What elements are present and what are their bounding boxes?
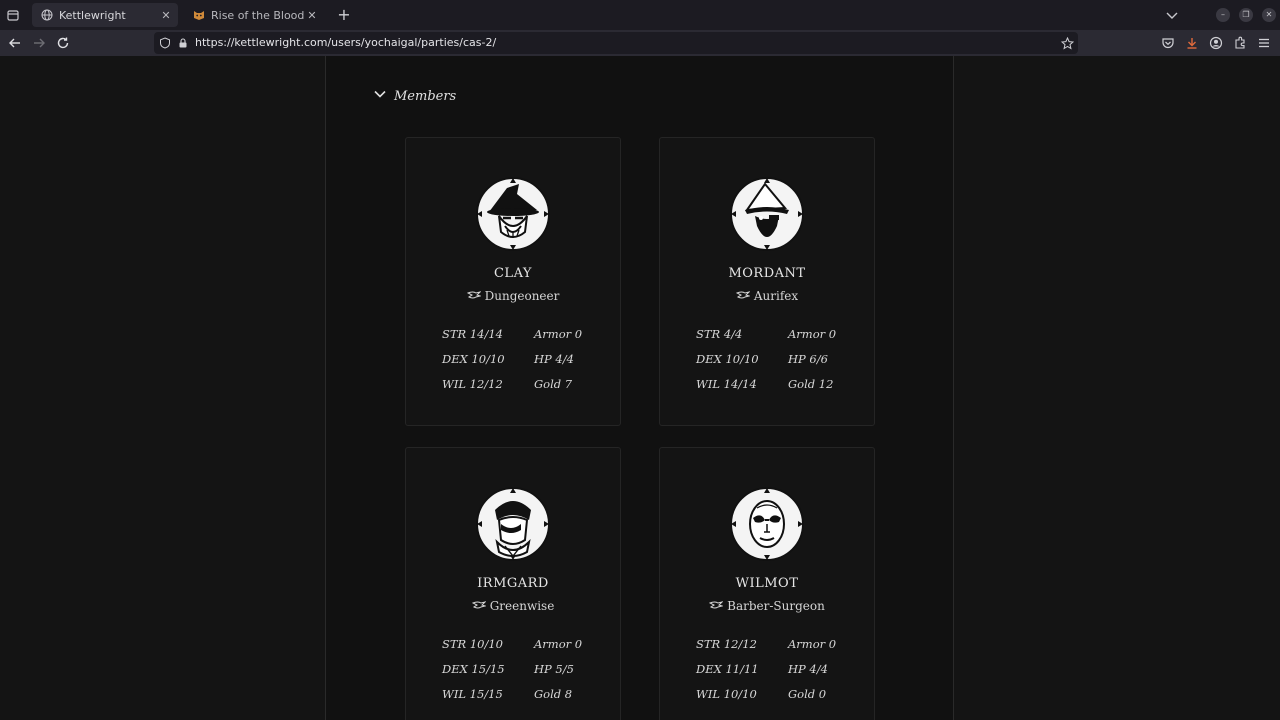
pocket-icon[interactable] (1159, 34, 1177, 52)
lock-icon[interactable] (176, 36, 190, 50)
stat-wil: WIL 10/10 (696, 687, 757, 701)
wing-icon (708, 599, 724, 613)
stat-dex: DEX 10/10 (696, 352, 759, 366)
page-viewport: Members CLAY Dungeoneer STR 14/14 Armor … (0, 56, 1280, 720)
stat-armor: Armor 0 (788, 327, 837, 341)
browser-tab-bar: Kettlewright ✕ Rise of the Blood Olms | … (0, 0, 1280, 30)
wing-icon (735, 289, 751, 303)
member-card-irmgard[interactable]: IRMGARD Greenwise STR 10/10 Armor 0 DEX … (405, 447, 621, 720)
forward-arrow-icon[interactable] (30, 34, 48, 52)
stat-gold: Gold 7 (534, 377, 573, 391)
member-name: IRMGARD (477, 576, 549, 591)
close-window-button[interactable]: ✕ (1262, 8, 1276, 22)
portrait-bald-man-icon (729, 486, 805, 562)
stat-gold: Gold 12 (788, 377, 834, 391)
extensions-icon[interactable] (1231, 34, 1249, 52)
portrait-bearded-wizard-icon (729, 176, 805, 252)
stat-armor: Armor 0 (534, 637, 583, 651)
stat-str: STR 12/12 (696, 637, 758, 651)
shield-icon[interactable] (158, 36, 172, 50)
close-tab-icon[interactable]: ✕ (158, 7, 174, 23)
tab-title: Rise of the Blood Olms | (211, 8, 304, 22)
stat-armor: Armor 0 (534, 327, 583, 341)
stat-str: STR 14/14 (442, 327, 504, 341)
member-background-label: Greenwise (489, 599, 555, 613)
member-stats: STR 4/4 Armor 0 DEX 10/10 HP 6/6 WIL 14/… (696, 326, 856, 393)
member-name: MORDANT (728, 266, 806, 281)
portrait-hooded-woman-icon (475, 486, 551, 562)
globe-icon (39, 7, 55, 23)
stat-str: STR 10/10 (442, 637, 504, 651)
close-tab-icon[interactable]: ✕ (304, 7, 320, 23)
tab-rise-of-the-blood-olms[interactable]: Rise of the Blood Olms | ✕ (184, 3, 324, 27)
member-background: Aurifex (660, 289, 874, 303)
reload-icon[interactable] (54, 34, 72, 52)
minimize-window-button[interactable]: – (1216, 8, 1230, 22)
stat-hp: HP 5/5 (534, 662, 574, 676)
tab-list-icon[interactable] (4, 6, 22, 24)
tab-kettlewright[interactable]: Kettlewright ✕ (32, 3, 178, 27)
stat-wil: WIL 12/12 (442, 377, 503, 391)
chevron-down-icon (372, 86, 388, 106)
wing-icon (471, 599, 487, 613)
member-background: Dungeoneer (406, 289, 620, 303)
stat-wil: WIL 15/15 (442, 687, 503, 701)
cat-face-icon (191, 7, 207, 23)
star-bookmark-icon[interactable] (1060, 36, 1074, 50)
tab-title: Kettlewright (59, 8, 126, 22)
members-label: Members (394, 88, 457, 104)
member-background: Greenwise (406, 599, 620, 613)
stat-armor: Armor 0 (788, 637, 837, 651)
download-icon[interactable] (1183, 34, 1201, 52)
back-arrow-icon[interactable] (6, 34, 24, 52)
member-background-label: Barber-Surgeon (727, 599, 825, 613)
member-stats: STR 14/14 Armor 0 DEX 10/10 HP 4/4 WIL 1… (442, 326, 602, 393)
member-card-clay[interactable]: CLAY Dungeoneer STR 14/14 Armor 0 DEX 10… (405, 137, 621, 426)
url-text: https://kettlewright.com/users/yochaigal… (195, 36, 497, 49)
member-background-label: Dungeoneer (484, 289, 560, 303)
stat-hp: HP 4/4 (788, 662, 828, 676)
address-bar[interactable]: https://kettlewright.com/users/yochaigal… (154, 32, 1078, 54)
stat-gold: Gold 8 (534, 687, 573, 701)
member-background-label: Aurifex (753, 289, 799, 303)
member-stats: STR 12/12 Armor 0 DEX 11/11 HP 4/4 WIL 1… (696, 636, 856, 703)
stat-hp: HP 6/6 (788, 352, 828, 366)
stat-dex: DEX 15/15 (442, 662, 505, 676)
stat-dex: DEX 11/11 (696, 662, 759, 676)
chevron-down-icon[interactable] (1164, 7, 1180, 23)
wing-icon (466, 289, 482, 303)
restore-window-button[interactable]: ❐ (1239, 8, 1253, 22)
member-card-wilmot[interactable]: WILMOT Barber-Surgeon STR 12/12 Armor 0 … (659, 447, 875, 720)
account-icon[interactable] (1207, 34, 1225, 52)
members-section-toggle[interactable]: Members (372, 86, 456, 106)
stat-str: STR 4/4 (696, 327, 743, 341)
hamburger-menu-icon[interactable] (1255, 34, 1273, 52)
member-name: CLAY (493, 266, 533, 281)
stat-hp: HP 4/4 (534, 352, 574, 366)
browser-nav-bar: https://kettlewright.com/users/yochaigal… (0, 30, 1280, 56)
stat-wil: WIL 14/14 (696, 377, 757, 391)
stat-gold: Gold 0 (788, 687, 827, 701)
member-name: WILMOT (735, 576, 799, 591)
member-card-mordant[interactable]: MORDANT Aurifex STR 4/4 Armor 0 DEX 10/1… (659, 137, 875, 426)
stat-dex: DEX 10/10 (442, 352, 505, 366)
portrait-wizard-icon (475, 176, 551, 252)
new-tab-button[interactable]: + (335, 6, 353, 24)
member-background: Barber-Surgeon (660, 599, 874, 613)
member-stats: STR 10/10 Armor 0 DEX 15/15 HP 5/5 WIL 1… (442, 636, 602, 703)
